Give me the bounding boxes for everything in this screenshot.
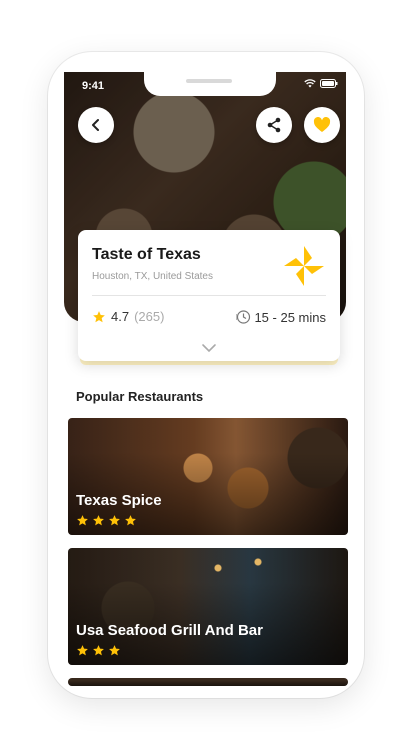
- restaurant-location: Houston, TX, United States: [92, 271, 213, 282]
- status-time: 9:41: [82, 80, 105, 92]
- restaurant-card[interactable]: Usa Seafood Grill And Bar: [68, 548, 348, 665]
- phone-frame: 9:41 Taste of Texas Houston, TX, United …: [48, 52, 364, 698]
- restaurant-info-card[interactable]: Taste of Texas Houston, TX, United State…: [78, 230, 340, 361]
- divider: [92, 295, 326, 296]
- rating: 4.7 (265): [92, 309, 164, 324]
- star-icon: [93, 645, 104, 656]
- favorite-button[interactable]: [304, 107, 340, 143]
- chevron-down-icon: [202, 344, 216, 353]
- expand-button[interactable]: [201, 340, 217, 358]
- star-icon: [109, 515, 120, 526]
- speaker: [186, 79, 232, 83]
- battery-icon: [320, 79, 338, 88]
- restaurant-card-name: Texas Spice: [76, 492, 162, 509]
- restaurant-card[interactable]: Texas Spice: [68, 418, 348, 535]
- share-button[interactable]: [256, 107, 292, 143]
- wifi-icon: [304, 79, 316, 88]
- star-icon: [77, 645, 88, 656]
- star-icon: [93, 310, 105, 322]
- phone-notch: [144, 72, 276, 96]
- restaurant-card-partial[interactable]: [68, 678, 348, 686]
- restaurant-card-stars: [76, 514, 137, 527]
- star-icon: [93, 515, 104, 526]
- section-title: Popular Restaurants: [76, 389, 204, 404]
- delivery-time: 15 - 25 mins: [235, 309, 326, 325]
- restaurant-card-stars: [76, 644, 121, 657]
- status-icons: [304, 79, 338, 88]
- restaurant-card-name: Usa Seafood Grill And Bar: [76, 622, 263, 639]
- clock-icon: [236, 310, 251, 324]
- chevron-left-icon: [92, 119, 99, 131]
- restaurant-name: Taste of Texas: [92, 246, 201, 263]
- share-icon: [267, 117, 281, 133]
- rating-count: (265): [134, 309, 165, 324]
- back-button[interactable]: [78, 107, 114, 143]
- star-icon: [77, 515, 88, 526]
- star-icon: [109, 645, 120, 656]
- delivery-time-value: 15 - 25 mins: [254, 309, 326, 325]
- pinwheel-logo-icon: [282, 244, 326, 293]
- star-icon: [125, 515, 136, 526]
- heart-icon: [313, 117, 331, 132]
- rating-value: 4.7: [111, 309, 130, 324]
